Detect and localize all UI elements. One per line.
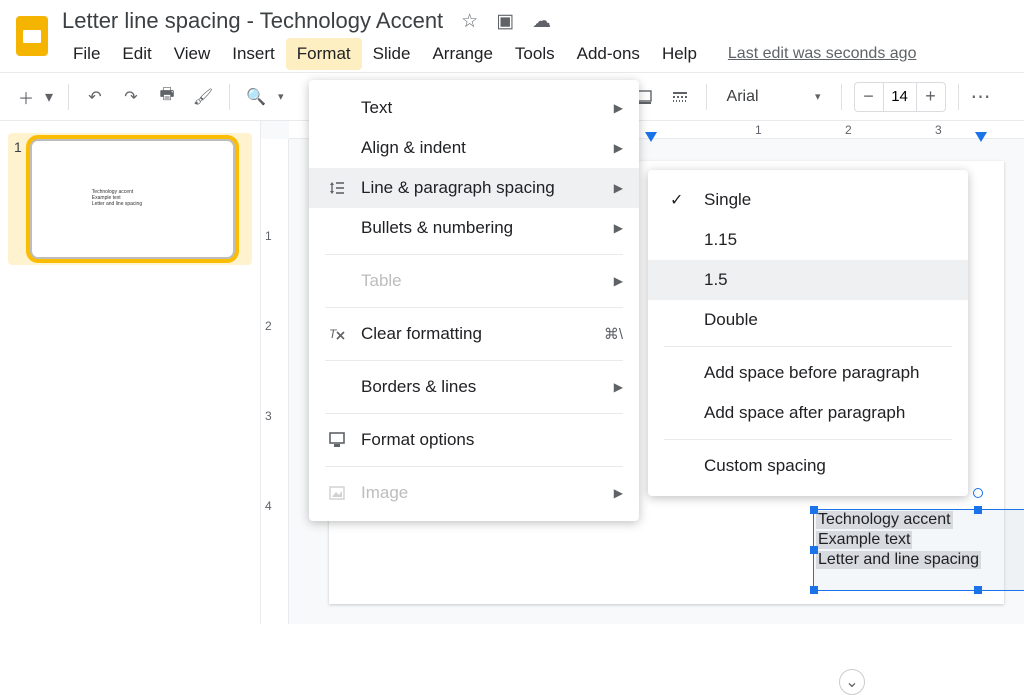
menu-item-align-indent[interactable]: Align & indent▶ xyxy=(309,128,639,168)
chevron-down-icon: ▾ xyxy=(278,90,284,103)
slides-logo[interactable] xyxy=(12,8,52,64)
clear-format-icon: T xyxy=(327,325,347,343)
thumb-line: Letter and line spacing xyxy=(92,201,142,207)
format-options-icon xyxy=(327,431,347,449)
print-button[interactable]: 🖶 xyxy=(153,83,181,111)
chevron-down-icon: ▾ xyxy=(42,83,56,111)
explore-button[interactable]: ⌄ xyxy=(839,669,865,695)
format-menu-dropdown: Text▶ Align & indent▶ Line & paragraph s… xyxy=(309,80,639,521)
spacing-add-after[interactable]: Add space after paragraph xyxy=(648,393,968,433)
indent-marker-right-icon[interactable] xyxy=(975,129,987,147)
menu-edit[interactable]: Edit xyxy=(111,38,162,70)
spacing-custom[interactable]: Custom spacing xyxy=(648,446,968,486)
resize-handle[interactable] xyxy=(810,586,818,594)
plus-icon: ＋ xyxy=(12,83,40,111)
spacing-1-15[interactable]: 1.15 xyxy=(648,220,968,260)
menu-item-line-spacing[interactable]: Line & paragraph spacing▶ xyxy=(309,168,639,208)
menu-format[interactable]: Format xyxy=(286,38,362,70)
menu-item-text[interactable]: Text▶ xyxy=(309,88,639,128)
spacing-single[interactable]: ✓ Single xyxy=(648,180,968,220)
selected-textbox[interactable]: Technology accent Example text Letter an… xyxy=(813,509,1024,591)
menu-slide[interactable]: Slide xyxy=(362,38,422,70)
ruler-tick: 2 xyxy=(845,123,852,137)
ruler-tick: 3 xyxy=(935,123,942,137)
textbox-line: Example text xyxy=(816,531,912,549)
menu-arrange[interactable]: Arrange xyxy=(421,38,503,70)
ruler-tick: 4 xyxy=(265,499,272,513)
spacing-add-before[interactable]: Add space before paragraph xyxy=(648,353,968,393)
cloud-status-icon[interactable]: ☁ xyxy=(532,10,551,33)
menu-bar: File Edit View Insert Format Slide Arran… xyxy=(62,38,1012,70)
border-style-button[interactable] xyxy=(666,83,694,111)
slide-thumbnail[interactable]: 1 Technology accent Example text Letter … xyxy=(8,133,252,265)
ruler-tick: 1 xyxy=(755,123,762,137)
font-size-control: − 14 + xyxy=(854,82,946,112)
menu-item-clear-formatting[interactable]: T Clear formatting⌘\ xyxy=(309,314,639,354)
font-size-value[interactable]: 14 xyxy=(883,83,917,111)
ruler-tick: 2 xyxy=(265,319,272,333)
slide-panel: 1 Technology accent Example text Letter … xyxy=(0,121,260,624)
paint-format-button[interactable]: 🖌 xyxy=(189,83,217,111)
menu-view[interactable]: View xyxy=(163,38,222,70)
slide-number: 1 xyxy=(14,139,22,259)
new-slide-button[interactable]: ＋ ▾ xyxy=(12,83,56,111)
last-edit-link[interactable]: Last edit was seconds ago xyxy=(728,45,917,63)
textbox-line: Technology accent xyxy=(816,511,953,529)
line-spacing-icon xyxy=(327,179,347,197)
document-title[interactable]: Letter line spacing - Technology Accent xyxy=(62,8,443,34)
menu-item-table: Table▶ xyxy=(309,261,639,301)
vertical-ruler[interactable]: 1 2 3 4 xyxy=(261,139,289,624)
font-name-label: Arial xyxy=(727,88,759,106)
menu-tools[interactable]: Tools xyxy=(504,38,566,70)
app-header: Letter line spacing - Technology Accent … xyxy=(0,0,1024,70)
menu-insert[interactable]: Insert xyxy=(221,38,286,70)
resize-handle[interactable] xyxy=(974,506,982,514)
chevron-down-icon: ▾ xyxy=(815,90,821,103)
menu-file[interactable]: File xyxy=(62,38,111,70)
undo-button[interactable]: ↶ xyxy=(81,83,109,111)
menu-help[interactable]: Help xyxy=(651,38,708,70)
font-family-dropdown[interactable]: Arial ▾ xyxy=(719,84,829,110)
svg-text:T: T xyxy=(329,327,338,341)
resize-handle[interactable] xyxy=(810,506,818,514)
decrease-font-button[interactable]: − xyxy=(855,86,883,107)
spacing-1-5[interactable]: 1.5 xyxy=(648,260,968,300)
more-toolbar-button[interactable]: ⋯ xyxy=(971,84,993,109)
spacing-double[interactable]: Double xyxy=(648,300,968,340)
menu-item-bullets[interactable]: Bullets & numbering▶ xyxy=(309,208,639,248)
star-icon[interactable]: ☆ xyxy=(461,10,478,33)
ruler-tick: 1 xyxy=(265,229,272,243)
ruler-tick: 3 xyxy=(265,409,272,423)
menu-item-image: Image▶ xyxy=(309,473,639,513)
indent-marker-left-icon[interactable] xyxy=(645,129,657,147)
menu-item-borders-lines[interactable]: Borders & lines▶ xyxy=(309,367,639,407)
check-icon: ✓ xyxy=(670,190,688,210)
line-spacing-submenu: ✓ Single 1.15 1.5 Double Add space befor… xyxy=(648,170,968,496)
menu-addons[interactable]: Add-ons xyxy=(566,38,651,70)
image-icon xyxy=(327,484,347,502)
rotate-handle[interactable] xyxy=(973,488,983,498)
zoom-button[interactable]: 🔍 xyxy=(242,83,270,111)
resize-handle[interactable] xyxy=(974,586,982,594)
menu-item-format-options[interactable]: Format options xyxy=(309,420,639,460)
resize-handle[interactable] xyxy=(810,546,818,554)
redo-button[interactable]: ↷ xyxy=(117,83,145,111)
textbox-line: Letter and line spacing xyxy=(816,551,981,569)
increase-font-button[interactable]: + xyxy=(917,86,945,107)
move-icon[interactable]: ▣ xyxy=(496,10,514,33)
